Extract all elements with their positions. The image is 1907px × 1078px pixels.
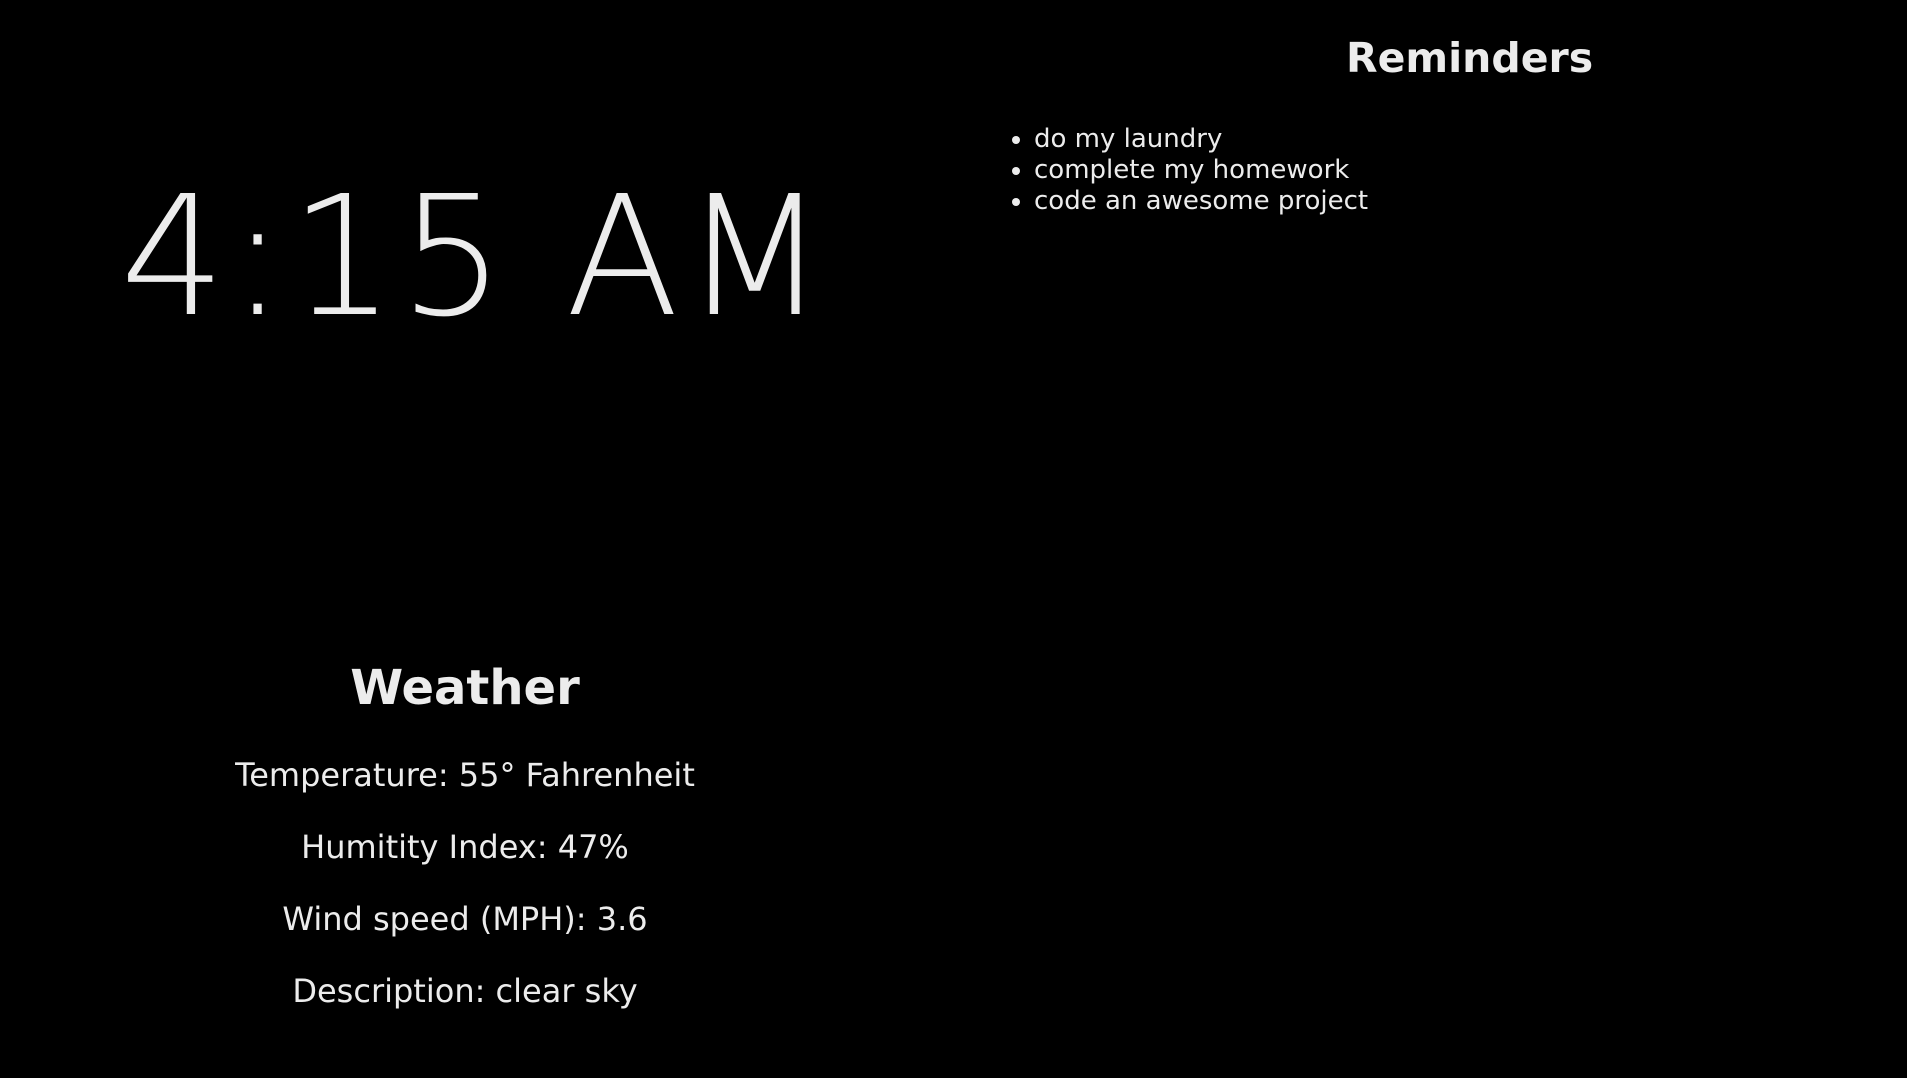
reminders-list: do my laundry complete my homework code …: [980, 124, 1368, 217]
reminder-item: complete my homework: [1034, 155, 1368, 186]
reminder-item: do my laundry: [1034, 124, 1368, 155]
weather-temperature: Temperature: 55° Fahrenheit: [235, 756, 695, 794]
clock-display: 4:15 AM: [120, 161, 831, 354]
weather-panel: Weather Temperature: 55° Fahrenheit Humi…: [0, 660, 930, 1044]
weather-wind-speed: Wind speed (MPH): 3.6: [282, 900, 648, 938]
reminder-item: code an awesome project: [1034, 186, 1368, 217]
reminders-title: Reminders: [1346, 34, 1594, 82]
weather-title: Weather: [350, 660, 580, 716]
weather-description: Description: clear sky: [292, 972, 638, 1010]
weather-humidity: Humitity Index: 47%: [301, 828, 629, 866]
